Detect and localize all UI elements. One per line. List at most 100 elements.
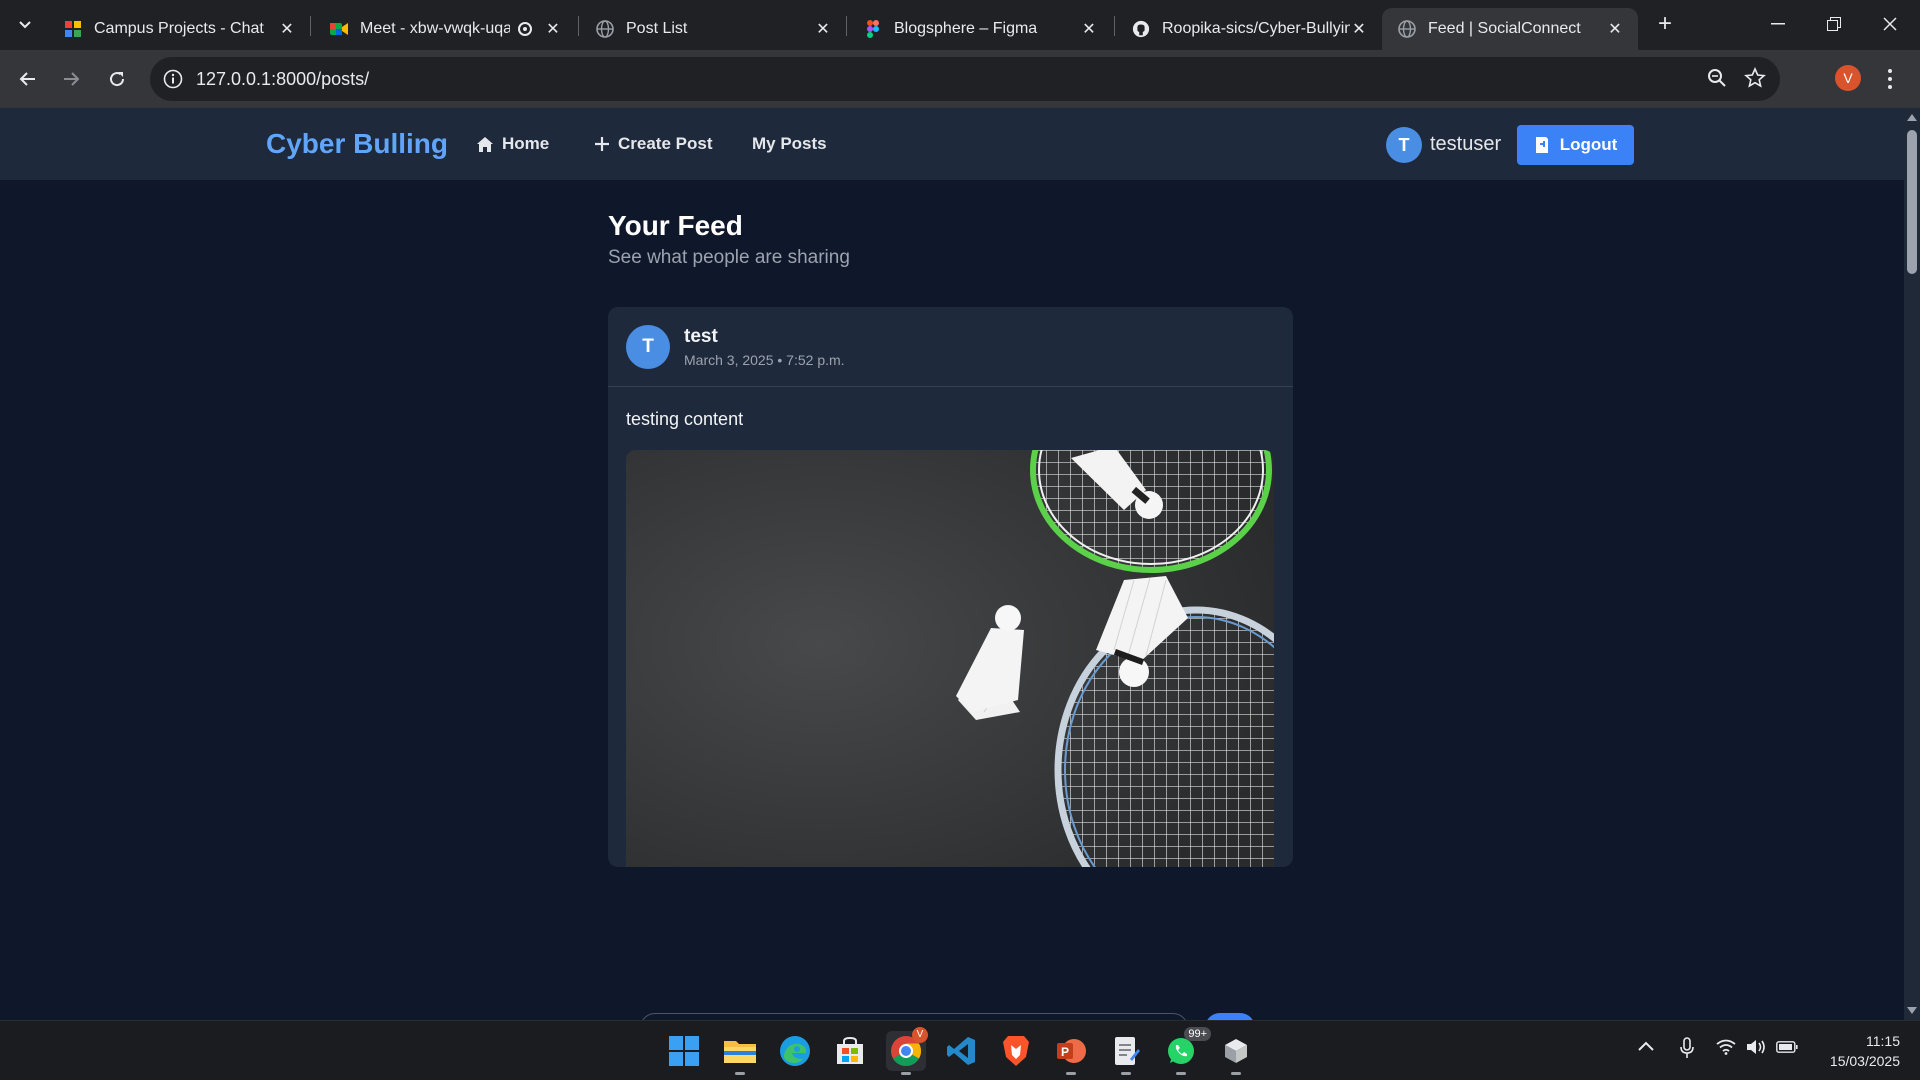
logout-icon xyxy=(1535,137,1548,153)
tab-close-icon[interactable]: ✕ xyxy=(814,19,832,39)
badminton-photo xyxy=(626,450,1274,867)
browser-toolbar: 127.0.0.1:8000/posts/ V xyxy=(0,50,1920,108)
post-header: T test March 3, 2025 • 7:52 p.m. xyxy=(608,307,1293,387)
tab-separator xyxy=(310,16,311,36)
tab-figma[interactable]: Blogsphere – Figma ✕ xyxy=(848,8,1112,50)
site-info-icon[interactable] xyxy=(162,68,184,90)
recording-icon xyxy=(518,22,532,36)
arrow-left-icon xyxy=(19,72,35,86)
browser-menu-icon[interactable] xyxy=(1880,64,1900,94)
back-button[interactable] xyxy=(9,61,45,97)
post-card: T test March 3, 2025 • 7:52 p.m. testing… xyxy=(608,307,1293,867)
running-indicator xyxy=(1066,1072,1076,1075)
zoom-icon[interactable] xyxy=(1706,67,1728,89)
new-tab-button[interactable]: + xyxy=(1650,10,1680,40)
home-icon xyxy=(477,136,493,152)
tab-close-icon[interactable]: ✕ xyxy=(1080,19,1098,39)
tab-campus-chat[interactable]: Campus Projects - Chat ✕ xyxy=(48,8,310,50)
figma-icon xyxy=(864,20,882,38)
arrow-right-icon xyxy=(64,72,80,86)
edge-icon[interactable] xyxy=(775,1031,815,1071)
whatsapp-icon[interactable]: 99+ xyxy=(1161,1027,1211,1075)
battery-icon[interactable] xyxy=(1776,1041,1798,1053)
minimize-button[interactable] xyxy=(1750,0,1806,48)
system-clock[interactable]: 11:15 15/03/2025 xyxy=(1812,1031,1900,1071)
comment-submit-button[interactable] xyxy=(1205,1013,1255,1020)
google-chat-icon xyxy=(64,20,82,38)
tab-title: Blogsphere – Figma xyxy=(894,20,1038,37)
post-timestamp: March 3, 2025 • 7:52 p.m. xyxy=(684,352,845,368)
nav-home-label: Home xyxy=(502,134,550,153)
tab-meet[interactable]: Meet - xbw-vwqk-uqa ✕ xyxy=(314,8,576,50)
restore-icon xyxy=(1827,17,1841,31)
tab-title: Feed | SocialConnect xyxy=(1428,20,1581,37)
nav-my-posts-link[interactable]: My Posts xyxy=(752,134,827,154)
terminal-icon[interactable] xyxy=(1216,1031,1256,1075)
reload-button[interactable] xyxy=(99,61,135,97)
tab-title: Roopika-sics/Cyber-Bullyin xyxy=(1162,20,1350,37)
vscode-icon[interactable] xyxy=(941,1031,981,1071)
close-window-button[interactable] xyxy=(1862,0,1918,48)
tab-separator xyxy=(578,16,579,36)
powerpoint-icon[interactable]: P xyxy=(1051,1031,1091,1075)
notepad-icon[interactable] xyxy=(1106,1031,1146,1075)
forward-button[interactable] xyxy=(54,61,90,97)
nav-create-post-label: Create Post xyxy=(618,134,713,153)
tab-github[interactable]: Roopika-sics/Cyber-Bullyin ✕ xyxy=(1116,8,1382,50)
ms-store-icon[interactable] xyxy=(830,1031,870,1071)
address-bar[interactable]: 127.0.0.1:8000/posts/ xyxy=(150,57,1780,101)
tab-close-icon[interactable]: ✕ xyxy=(544,19,562,39)
running-indicator xyxy=(735,1072,745,1075)
microphone-icon[interactable] xyxy=(1680,1037,1694,1059)
plus-icon xyxy=(595,137,609,151)
profile-avatar[interactable]: V xyxy=(1835,65,1861,91)
tab-separator xyxy=(846,16,847,36)
post-author-name[interactable]: test xyxy=(684,326,718,348)
page-viewport: Cyber Bulling Home Create Post My Posts … xyxy=(0,108,1904,1020)
logout-label: Logout xyxy=(1559,135,1618,154)
tab-post-list[interactable]: Post List ✕ xyxy=(580,8,846,50)
site-brand[interactable]: Cyber Bulling xyxy=(266,128,448,160)
post-image[interactable] xyxy=(626,450,1274,867)
file-explorer-icon[interactable] xyxy=(720,1031,760,1075)
tab-title: Meet - xbw-vwqk-uqa xyxy=(360,20,510,37)
tab-search-button[interactable] xyxy=(10,11,40,39)
clock-date: 15/03/2025 xyxy=(1829,1053,1900,1069)
username[interactable]: testuser xyxy=(1430,133,1501,156)
site-navbar: Cyber Bulling Home Create Post My Posts … xyxy=(0,108,1904,180)
post-author-avatar[interactable]: T xyxy=(626,325,670,369)
running-indicator xyxy=(1121,1072,1131,1075)
chrome-icon[interactable]: V xyxy=(886,1027,928,1075)
scroll-down-icon[interactable] xyxy=(1907,1007,1917,1014)
reload-icon xyxy=(110,72,125,87)
page-scrollbar[interactable] xyxy=(1904,108,1920,1020)
volume-icon[interactable] xyxy=(1746,1039,1768,1055)
chrome-profile-badge: V xyxy=(912,1027,928,1043)
globe-icon xyxy=(596,20,614,38)
url-text[interactable]: 127.0.0.1:8000/posts/ xyxy=(196,69,369,90)
nav-create-post-link[interactable]: Create Post xyxy=(594,134,712,154)
tab-close-icon[interactable]: ✕ xyxy=(1350,19,1368,39)
tab-feed-active[interactable]: Feed | SocialConnect ✕ xyxy=(1382,8,1638,50)
running-indicator xyxy=(901,1072,911,1075)
running-indicator xyxy=(1231,1072,1241,1075)
nav-home-link[interactable]: Home xyxy=(476,134,549,154)
chevron-up-icon[interactable] xyxy=(1637,1039,1655,1053)
svg-text:P: P xyxy=(1061,1045,1069,1059)
post-content: testing content xyxy=(626,409,744,429)
logout-button[interactable]: Logout xyxy=(1517,125,1634,165)
restore-button[interactable] xyxy=(1806,0,1862,48)
scroll-up-icon[interactable] xyxy=(1907,114,1917,121)
page-subtitle: See what people are sharing xyxy=(608,247,850,268)
scrollbar-thumb[interactable] xyxy=(1907,130,1917,274)
close-icon xyxy=(1883,17,1897,31)
wifi-icon[interactable] xyxy=(1716,1039,1736,1055)
bookmark-star-icon[interactable] xyxy=(1744,67,1766,89)
github-icon xyxy=(1132,20,1150,38)
windows-start-icon[interactable] xyxy=(664,1031,704,1071)
brave-icon[interactable] xyxy=(996,1031,1036,1071)
user-avatar[interactable]: T xyxy=(1386,127,1422,163)
comment-input[interactable] xyxy=(640,1013,1188,1020)
tab-close-icon[interactable]: ✕ xyxy=(278,19,296,39)
tab-close-icon[interactable]: ✕ xyxy=(1606,19,1624,39)
